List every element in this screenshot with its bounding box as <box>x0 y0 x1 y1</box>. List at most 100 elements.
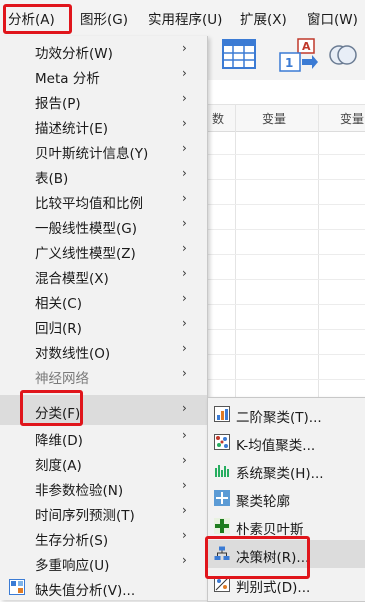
menu-graphs[interactable]: 图形(G) <box>80 8 128 28</box>
grid-column-header[interactable]: 变量 <box>262 110 286 127</box>
decision-tree-highlight-box <box>205 536 310 579</box>
submenu-arrow-icon: › <box>182 241 187 255</box>
menu-item-reports[interactable]: 报告(P) › <box>0 88 207 113</box>
submenu-item-hierarchical-cluster[interactable]: 系统聚类(H)... <box>208 456 365 484</box>
submenu-item-kmeans-cluster[interactable]: K-均值聚类... <box>208 428 365 456</box>
menu-item-label: 神经网络 <box>35 371 89 387</box>
grid-divider <box>200 379 365 380</box>
svg-text:1: 1 <box>285 56 293 70</box>
menu-item-label: 一般线性模型(G) <box>35 221 137 237</box>
menu-item-descriptive-statistics[interactable]: 描述统计(E) › <box>0 113 207 138</box>
menu-item-mixed-models[interactable]: 混合模型(X) › <box>0 263 207 288</box>
kmeans-cluster-icon <box>214 434 230 450</box>
submenu-item-label: 朴素贝叶斯 <box>236 522 304 538</box>
grid-divider <box>200 354 365 355</box>
submenu-arrow-icon: › <box>182 91 187 105</box>
menu-item-forecasting[interactable]: 时间序列预测(T) › <box>0 500 207 525</box>
menu-item-compare-means[interactable]: 比较平均值和比例 › <box>0 188 207 213</box>
menu-item-correlate[interactable]: 相关(C) › <box>0 288 207 313</box>
toolbar: A 1 <box>200 36 365 80</box>
grid-divider <box>200 279 365 280</box>
submenu-item-label: 系统聚类(H)... <box>236 466 324 482</box>
twostep-cluster-icon <box>214 406 230 422</box>
menu-item-label: Meta 分析 <box>35 71 100 87</box>
submenu-arrow-icon: › <box>182 316 187 330</box>
submenu-arrow-icon: › <box>182 341 187 355</box>
submenu-arrow-icon: › <box>182 166 187 180</box>
classify-highlight-box <box>20 390 83 426</box>
menu-item-generalized-linear-models[interactable]: 广义线性模型(Z) › <box>0 238 207 263</box>
submenu-item-label: 判别式(D)... <box>236 580 311 596</box>
menu-item-label: 比较平均值和比例 <box>35 196 143 212</box>
submenu-item-label: 二阶聚类(T)... <box>236 410 322 426</box>
menu-item-label: 回归(R) <box>35 321 82 337</box>
submenu-arrow-icon: › <box>182 478 187 492</box>
menu-item-multiple-response[interactable]: 多重响应(U) › <box>0 550 207 575</box>
grid-column-header-partial: 数 <box>212 112 225 126</box>
submenu-arrow-icon: › <box>182 41 187 55</box>
menu-item-label: 生存分析(S) <box>35 533 109 549</box>
grid-divider <box>200 179 365 180</box>
menu-item-dimension-reduction[interactable]: 降维(D) › <box>0 425 207 450</box>
menu-item-loglinear[interactable]: 对数线性(O) › <box>0 338 207 363</box>
grid-divider <box>200 229 365 230</box>
submenu-arrow-icon: › <box>182 428 187 442</box>
svg-text:A: A <box>302 40 311 53</box>
submenu-item-label: 聚类轮廓 <box>236 494 290 510</box>
submenu-item-twostep-cluster[interactable]: 二阶聚类(T)... <box>208 400 365 428</box>
submenu-arrow-icon: › <box>182 401 187 415</box>
menu-item-label: 广义线性模型(Z) <box>35 246 136 262</box>
menu-item-neural-networks[interactable]: 神经网络 › <box>0 363 207 388</box>
menu-item-label: 相关(C) <box>35 296 82 312</box>
menu-item-label: 时间序列预测(T) <box>35 508 135 524</box>
menu-item-label: 非参数检验(N) <box>35 483 124 499</box>
submenu-arrow-icon: › <box>182 553 187 567</box>
menu-window[interactable]: 窗口(W) <box>307 8 358 28</box>
menu-item-label: 混合模型(X) <box>35 271 109 287</box>
grid-divider <box>200 204 365 205</box>
grid-divider <box>200 304 365 305</box>
grid-divider <box>200 254 365 255</box>
submenu-arrow-icon: › <box>182 528 187 542</box>
menu-item-label: 报告(P) <box>35 96 81 112</box>
missing-value-analysis-icon <box>9 579 25 599</box>
menu-item-label: 描述统计(E) <box>35 121 109 137</box>
submenu-arrow-icon: › <box>182 291 187 305</box>
submenu-arrow-icon: › <box>182 453 187 467</box>
grid-divider <box>200 329 365 330</box>
submenu-arrow-icon: › <box>182 266 187 280</box>
submenu-arrow-icon: › <box>182 216 187 230</box>
menu-item-label: 表(B) <box>35 171 69 187</box>
menu-item-bayesian-statistics[interactable]: 贝叶斯统计信息(Y) › <box>0 138 207 163</box>
menu-item-meta-analysis[interactable]: Meta 分析 › <box>0 63 207 88</box>
analyze-menu: 功效分析(W) › Meta 分析 › 报告(P) › 描述统计(E) › 贝叶斯统计信… <box>0 36 208 600</box>
menu-item-survival[interactable]: 生存分析(S) › <box>0 525 207 550</box>
menu-item-label: 刻度(A) <box>35 458 82 474</box>
grid-header: 数 变量 变量 <box>200 104 365 132</box>
analyze-highlight-box <box>3 4 72 34</box>
menu-item-regression[interactable]: 回归(R) › <box>0 313 207 338</box>
menu-item-scale[interactable]: 刻度(A) › <box>0 450 207 475</box>
menu-item-tables[interactable]: 表(B) › <box>0 163 207 188</box>
value-labels-icon[interactable]: A 1 <box>274 37 320 77</box>
insert-cases-grid-icon[interactable] <box>222 39 256 73</box>
menu-item-label: 贝叶斯统计信息(Y) <box>35 146 149 162</box>
menu-item-nonparametric-tests[interactable]: 非参数检验(N) › <box>0 475 207 500</box>
naive-bayes-icon <box>214 518 230 534</box>
submenu-arrow-icon: › <box>182 116 187 130</box>
submenu-item-cluster-silhouette[interactable]: 聚类轮廓 <box>208 484 365 512</box>
menu-extensions[interactable]: 扩展(X) <box>240 8 287 28</box>
grid-column-header[interactable]: 变量 <box>340 110 364 127</box>
menu-item-label: 多重响应(U) <box>35 558 110 574</box>
menu-item-missing-value-analysis[interactable]: 缺失值分析(V)... <box>0 575 207 600</box>
submenu-item-label: K-均值聚类... <box>236 438 316 454</box>
menu-item-label: 降维(D) <box>35 433 83 449</box>
menu-item-power-analysis[interactable]: 功效分析(W) › <box>0 38 207 63</box>
use-variable-sets-icon[interactable] <box>328 40 358 74</box>
submenu-arrow-icon: › <box>182 366 187 380</box>
submenu-arrow-icon: › <box>182 141 187 155</box>
menu-item-general-linear-model[interactable]: 一般线性模型(G) › <box>0 213 207 238</box>
menu-utilities[interactable]: 实用程序(U) <box>148 8 222 28</box>
grid-divider <box>200 154 365 155</box>
submenu-arrow-icon: › <box>182 66 187 80</box>
